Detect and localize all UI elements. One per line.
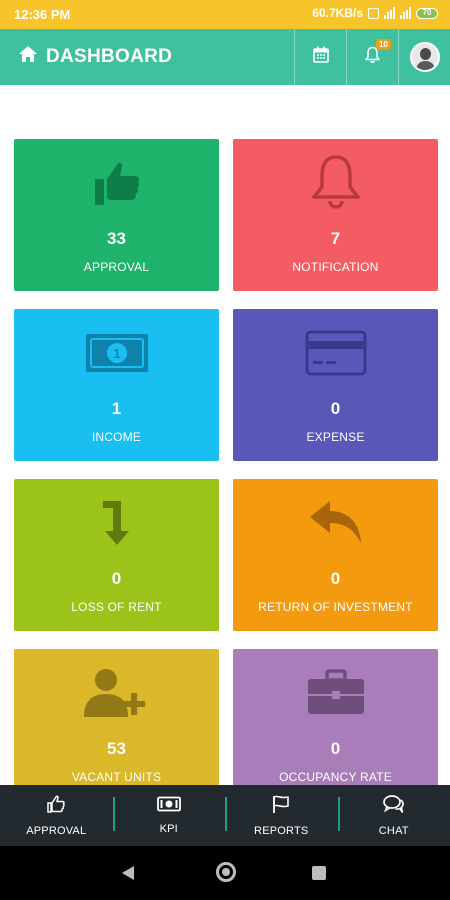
nav-kpi[interactable]: KPI	[112, 785, 226, 846]
notification-count: 7	[330, 229, 341, 248]
tile-occupancy-rate[interactable]: 0 OCCUPANCY RATE	[233, 649, 438, 786]
occupancy-rate-label: OCCUPANCY RATE	[279, 770, 392, 784]
system-nav-bar	[0, 846, 450, 900]
calendar-button[interactable]	[294, 29, 346, 85]
tile-loss-of-rent[interactable]: 0 LOSS OF RENT	[14, 479, 219, 631]
arrow-turn-down-icon	[14, 493, 219, 553]
signal-icon	[384, 7, 395, 19]
return-of-investment-count: 0	[330, 569, 341, 588]
nav-kpi-label: KPI	[159, 823, 178, 835]
vacant-units-label: VACANT UNITS	[71, 770, 162, 784]
app-bar: DASHBOARD 10	[0, 29, 450, 85]
nav-chat[interactable]: CHAT	[337, 785, 450, 846]
signal-icon-2	[400, 7, 411, 19]
nav-approval-label: APPROVAL	[26, 825, 87, 837]
notification-label: NOTIFICATION	[292, 260, 379, 274]
page-title-group[interactable]: DASHBOARD	[18, 29, 172, 85]
chat-bubbles-icon	[382, 794, 405, 819]
income-count: 1	[111, 399, 122, 418]
tile-vacant-units[interactable]: 53 VACANT UNITS	[14, 649, 219, 786]
vacant-units-count: 53	[107, 739, 126, 758]
battery-icon: 70	[416, 7, 438, 19]
tile-return-of-investment[interactable]: 0 RETURN OF INVESTMENT	[233, 479, 438, 631]
flag-icon	[271, 794, 291, 819]
expense-count: 0	[330, 399, 341, 418]
home-icon	[18, 45, 38, 69]
thumbs-up-icon	[46, 794, 66, 819]
tile-approval[interactable]: 33 APPROVAL	[14, 139, 219, 291]
profile-button[interactable]	[398, 29, 450, 85]
approval-count: 33	[107, 229, 126, 248]
page-title: DASHBOARD	[46, 46, 173, 67]
bottom-nav: APPROVAL KPI REPORTS CHAT	[0, 785, 450, 846]
briefcase-icon	[233, 663, 438, 723]
status-time: 12:36 PM	[14, 7, 71, 22]
network-speed: 60.7KB/s	[312, 6, 363, 20]
sim-icon	[368, 7, 379, 19]
credit-card-icon	[233, 323, 438, 383]
thumbs-up-icon	[14, 153, 219, 213]
tile-income[interactable]: 1 1 INCOME	[14, 309, 219, 461]
loss-of-rent-count: 0	[111, 569, 122, 588]
notifications-button[interactable]: 10	[346, 29, 398, 85]
avatar	[409, 42, 440, 72]
recent-apps-icon[interactable]	[312, 866, 326, 880]
expense-label: EXPENSE	[306, 430, 365, 444]
loss-of-rent-label: LOSS OF RENT	[71, 600, 162, 614]
money-bill-icon: 1	[14, 323, 219, 383]
return-of-investment-label: RETURN OF INVESTMENT	[258, 600, 413, 614]
bell-icon	[233, 153, 438, 213]
tile-notification[interactable]: 7 NOTIFICATION	[233, 139, 438, 291]
back-icon[interactable]	[122, 866, 134, 880]
approval-label: APPROVAL	[83, 260, 150, 274]
money-bill-icon	[156, 796, 181, 817]
nav-approval[interactable]: APPROVAL	[0, 785, 113, 846]
status-indicators: 60.7KB/s 70	[312, 6, 438, 20]
status-bar: 12:36 PM 60.7KB/s 70	[0, 0, 450, 29]
nav-reports[interactable]: REPORTS	[225, 785, 338, 846]
occupancy-rate-count: 0	[330, 739, 341, 758]
svg-text:1: 1	[113, 346, 120, 361]
notification-badge: 10	[376, 39, 391, 50]
calendar-icon	[312, 46, 329, 68]
nav-chat-label: CHAT	[378, 825, 409, 837]
home-circle-icon[interactable]	[216, 862, 236, 882]
income-label: INCOME	[91, 430, 142, 444]
reply-arrow-icon	[233, 493, 438, 553]
nav-reports-label: REPORTS	[254, 825, 309, 837]
user-plus-icon	[14, 663, 219, 723]
tile-expense[interactable]: 0 EXPENSE	[233, 309, 438, 461]
